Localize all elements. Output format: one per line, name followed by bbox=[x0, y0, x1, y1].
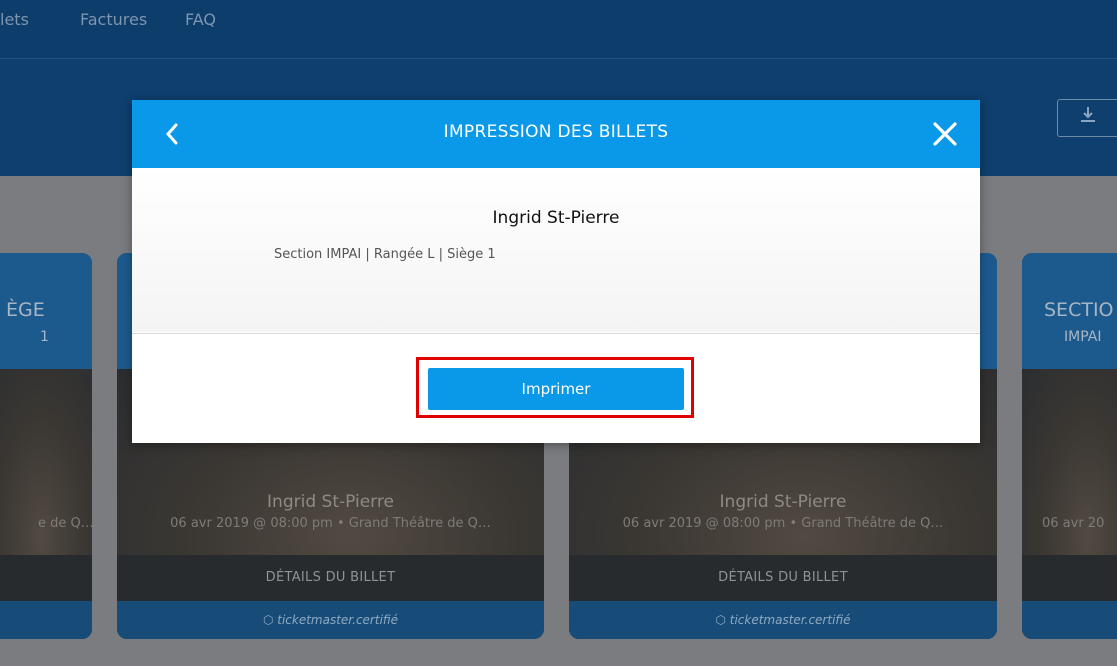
card-date: 06 avr 2019 @ 08:00 pm • Grand Théâtre d… bbox=[170, 516, 491, 531]
card-date: 06 avr 2019 @ 08:00 pm • Grand Théâtre d… bbox=[622, 516, 944, 531]
ticket-card[interactable]: ÈGE 1 e de Q… bbox=[0, 253, 92, 639]
card-date: e de Q… bbox=[38, 516, 92, 531]
close-icon bbox=[928, 122, 962, 156]
card-date: 06 avr 20 bbox=[1042, 516, 1105, 531]
nav-item-factures[interactable]: Factures bbox=[80, 10, 147, 29]
close-button[interactable] bbox=[928, 116, 962, 152]
card-section-value: 1 bbox=[40, 329, 49, 345]
nav-item-billets[interactable]: lets bbox=[0, 10, 29, 29]
card-cert-strip bbox=[1022, 601, 1117, 639]
card-details-strip[interactable] bbox=[0, 555, 92, 601]
card-details-strip[interactable] bbox=[1022, 555, 1117, 601]
card-header: ÈGE 1 bbox=[0, 253, 92, 369]
certified-label: ticketmaster.certifié bbox=[277, 613, 399, 627]
divider bbox=[132, 333, 980, 334]
card-section-title: ÈGE bbox=[6, 299, 45, 321]
card-artist: Ingrid St-Pierre bbox=[719, 492, 847, 512]
ticket-details-button[interactable]: DÉTAILS DU BILLET bbox=[117, 555, 544, 601]
download-button[interactable] bbox=[1057, 99, 1117, 137]
ticket-card[interactable]: SECTIO IMPAI 06 avr 20 bbox=[1022, 253, 1117, 639]
print-button[interactable]: Imprimer bbox=[428, 368, 684, 410]
certified-icon: ⬡ bbox=[715, 613, 730, 627]
certified-icon: ⬡ bbox=[262, 613, 278, 627]
download-icon bbox=[1079, 106, 1097, 130]
card-header: SECTIO IMPAI bbox=[1022, 253, 1117, 369]
ticketmaster-certified-badge: ⬡ ticketmaster.certifié bbox=[117, 601, 544, 639]
modal-title: IMPRESSION DES BILLETS bbox=[443, 122, 669, 142]
card-artist: Ingrid St-Pierre bbox=[267, 492, 394, 512]
card-section-title: SECTIO bbox=[1044, 299, 1114, 321]
print-tickets-modal: IMPRESSION DES BILLETS Ingrid St-Pierre … bbox=[132, 100, 980, 443]
ticketmaster-certified-badge: ⬡ ticketmaster.certifié bbox=[569, 601, 997, 639]
modal-header: IMPRESSION DES BILLETS bbox=[132, 100, 980, 168]
card-cert-strip bbox=[0, 601, 92, 639]
nav-item-faq[interactable]: FAQ bbox=[185, 10, 216, 29]
top-nav-bar: lets Factures FAQ bbox=[0, 0, 1117, 58]
ticket-artist-name: Ingrid St-Pierre bbox=[492, 208, 620, 228]
certified-label: ticketmaster.certifié bbox=[729, 613, 851, 627]
ticket-details-button[interactable]: DÉTAILS DU BILLET bbox=[569, 555, 997, 601]
card-section-value: IMPAI bbox=[1064, 329, 1102, 345]
modal-body bbox=[132, 168, 980, 332]
ticket-seat-info: Section IMPAI | Rangée L | Siège 1 bbox=[274, 247, 496, 262]
